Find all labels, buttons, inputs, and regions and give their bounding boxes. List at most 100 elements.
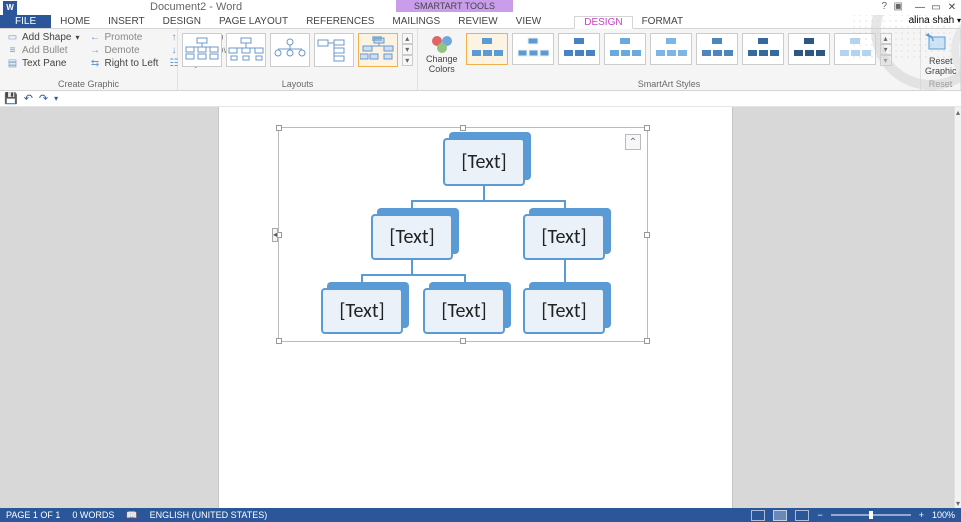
layout-option-3[interactable] bbox=[270, 33, 310, 67]
smartart-object[interactable]: ◂ ⌃ [Text] [Text] [Text] [Text] bbox=[278, 127, 648, 342]
styles-up-button[interactable]: ▴ bbox=[880, 33, 892, 44]
layouts-up-button[interactable]: ▴ bbox=[402, 33, 413, 44]
style-option-9[interactable] bbox=[834, 33, 876, 65]
redo-button[interactable]: ↷ bbox=[39, 92, 48, 105]
smartart-node-grandchild-1[interactable]: [Text] bbox=[321, 288, 403, 334]
connector-line bbox=[483, 186, 485, 200]
text-pane-toggle[interactable]: ◂ bbox=[272, 228, 278, 242]
styles-spinner: ▴ ▾ ▾ bbox=[880, 33, 892, 66]
right-to-left-button[interactable]: ⇆Right to Left bbox=[87, 57, 162, 70]
resize-handle[interactable] bbox=[644, 232, 650, 238]
change-colors-button[interactable]: Change Colors bbox=[422, 33, 462, 77]
tab-smartart-format[interactable]: FORMAT bbox=[633, 15, 692, 28]
spell-check-icon[interactable]: 📖 bbox=[126, 510, 137, 521]
user-account[interactable]: alina shah ▾ bbox=[909, 15, 961, 28]
resize-handle[interactable] bbox=[644, 338, 650, 344]
tab-review[interactable]: REVIEW bbox=[449, 15, 506, 28]
rtl-icon: ⇆ bbox=[90, 58, 101, 69]
smartart-node-child-2[interactable]: [Text] bbox=[523, 214, 605, 260]
tab-page-layout[interactable]: PAGE LAYOUT bbox=[210, 15, 297, 28]
word-app-icon: W bbox=[3, 1, 17, 15]
layout-option-2[interactable] bbox=[226, 33, 266, 67]
qat-customize-button[interactable]: ▾ bbox=[54, 94, 58, 103]
layout-option-1[interactable] bbox=[182, 33, 222, 67]
add-shape-button[interactable]: ▭Add Shape ▾ bbox=[4, 31, 83, 44]
connector-line bbox=[361, 274, 466, 276]
ribbon-display-options-icon[interactable]: ▣ bbox=[894, 1, 903, 12]
text-pane-button[interactable]: ▤Text Pane bbox=[4, 57, 83, 70]
scroll-up-button[interactable]: ▴ bbox=[955, 107, 961, 117]
tab-references[interactable]: REFERENCES bbox=[297, 15, 383, 28]
document-title: Document2 - Word bbox=[150, 1, 242, 13]
undo-button[interactable]: ↶ bbox=[24, 92, 33, 105]
style-option-3[interactable] bbox=[558, 33, 600, 65]
restore-button[interactable]: ▭ bbox=[929, 0, 943, 14]
layouts-more-button[interactable]: ▾ bbox=[402, 55, 413, 66]
resize-handle[interactable] bbox=[460, 125, 466, 131]
style-option-7[interactable] bbox=[742, 33, 784, 65]
layout-option-5-selected[interactable] bbox=[358, 33, 398, 67]
close-button[interactable]: ✕ bbox=[945, 0, 959, 14]
tab-design[interactable]: DESIGN bbox=[154, 15, 210, 28]
group-smartart-styles: Change Colors ▴ ▾ ▾ SmartArt Styles bbox=[418, 29, 921, 90]
change-colors-label: Change Colors bbox=[426, 55, 458, 75]
zoom-out-button[interactable]: − bbox=[817, 510, 822, 520]
web-layout-button[interactable] bbox=[795, 510, 809, 521]
smartart-node-grandchild-2[interactable]: [Text] bbox=[423, 288, 505, 334]
connector-line bbox=[411, 200, 566, 202]
style-option-8[interactable] bbox=[788, 33, 830, 65]
save-button[interactable]: 💾 bbox=[4, 92, 18, 105]
style-option-6[interactable] bbox=[696, 33, 738, 65]
smartart-node-root[interactable]: [Text] bbox=[443, 138, 525, 186]
reset-icon bbox=[925, 33, 949, 53]
promote-button: ←Promote bbox=[87, 31, 162, 44]
tab-view[interactable]: VIEW bbox=[507, 15, 551, 28]
read-mode-button[interactable] bbox=[751, 510, 765, 521]
layouts-down-button[interactable]: ▾ bbox=[402, 44, 413, 55]
user-name-label: alina shah bbox=[909, 15, 955, 26]
group-layouts: ▴ ▾ ▾ Layouts bbox=[178, 29, 418, 90]
zoom-level[interactable]: 100% bbox=[932, 510, 955, 520]
quick-access-toolbar: 💾 ↶ ↷ ▾ bbox=[0, 91, 961, 107]
language-status[interactable]: ENGLISH (UNITED STATES) bbox=[150, 510, 268, 520]
tab-home[interactable]: HOME bbox=[51, 15, 99, 28]
group-reset: Reset Graphic Reset bbox=[921, 29, 961, 90]
page-count[interactable]: PAGE 1 OF 1 bbox=[6, 510, 60, 520]
resize-handle[interactable] bbox=[276, 338, 282, 344]
vertical-scrollbar[interactable]: ▴ ▾ bbox=[954, 107, 961, 508]
minimize-button[interactable]: — bbox=[913, 0, 927, 14]
demote-button: →Demote bbox=[87, 44, 162, 57]
group-label: Layouts bbox=[182, 78, 413, 90]
status-bar: PAGE 1 OF 1 0 WORDS 📖 ENGLISH (UNITED ST… bbox=[0, 508, 961, 522]
tab-mailings[interactable]: MAILINGS bbox=[383, 15, 449, 28]
add-shape-icon: ▭ bbox=[7, 32, 18, 43]
reset-graphic-button[interactable]: Reset Graphic bbox=[925, 31, 956, 78]
title-bar: W Document2 - Word SMARTART TOOLS ? ▣ — … bbox=[0, 0, 961, 15]
tab-file[interactable]: FILE bbox=[0, 15, 51, 28]
connector-line bbox=[411, 260, 413, 274]
resize-handle[interactable] bbox=[460, 338, 466, 344]
resize-handle[interactable] bbox=[644, 125, 650, 131]
reset-label: Reset Graphic bbox=[925, 57, 957, 77]
smartart-node-grandchild-3[interactable]: [Text] bbox=[523, 288, 605, 334]
styles-more-button[interactable]: ▾ bbox=[880, 55, 892, 66]
style-option-5[interactable] bbox=[650, 33, 692, 65]
layout-option-4[interactable] bbox=[314, 33, 354, 67]
help-icon[interactable]: ? bbox=[881, 1, 887, 12]
smartart-node-child-1[interactable]: [Text] bbox=[371, 214, 453, 260]
zoom-in-button[interactable]: + bbox=[919, 510, 924, 520]
zoom-slider[interactable] bbox=[831, 514, 911, 516]
scroll-down-button[interactable]: ▾ bbox=[955, 498, 961, 508]
promote-icon: ← bbox=[90, 32, 101, 43]
word-count[interactable]: 0 WORDS bbox=[72, 510, 114, 520]
resize-handle[interactable] bbox=[276, 125, 282, 131]
style-option-4[interactable] bbox=[604, 33, 646, 65]
print-layout-button[interactable] bbox=[773, 510, 787, 521]
document-area[interactable]: ◂ ⌃ [Text] [Text] [Text] [Text] bbox=[0, 107, 954, 508]
style-option-1-selected[interactable] bbox=[466, 33, 508, 65]
style-option-2[interactable] bbox=[512, 33, 554, 65]
tab-smartart-design[interactable]: DESIGN bbox=[574, 16, 632, 29]
tab-insert[interactable]: INSERT bbox=[99, 15, 154, 28]
styles-down-button[interactable]: ▾ bbox=[880, 44, 892, 55]
ribbon-tabs: FILE HOME INSERT DESIGN PAGE LAYOUT REFE… bbox=[0, 15, 961, 29]
